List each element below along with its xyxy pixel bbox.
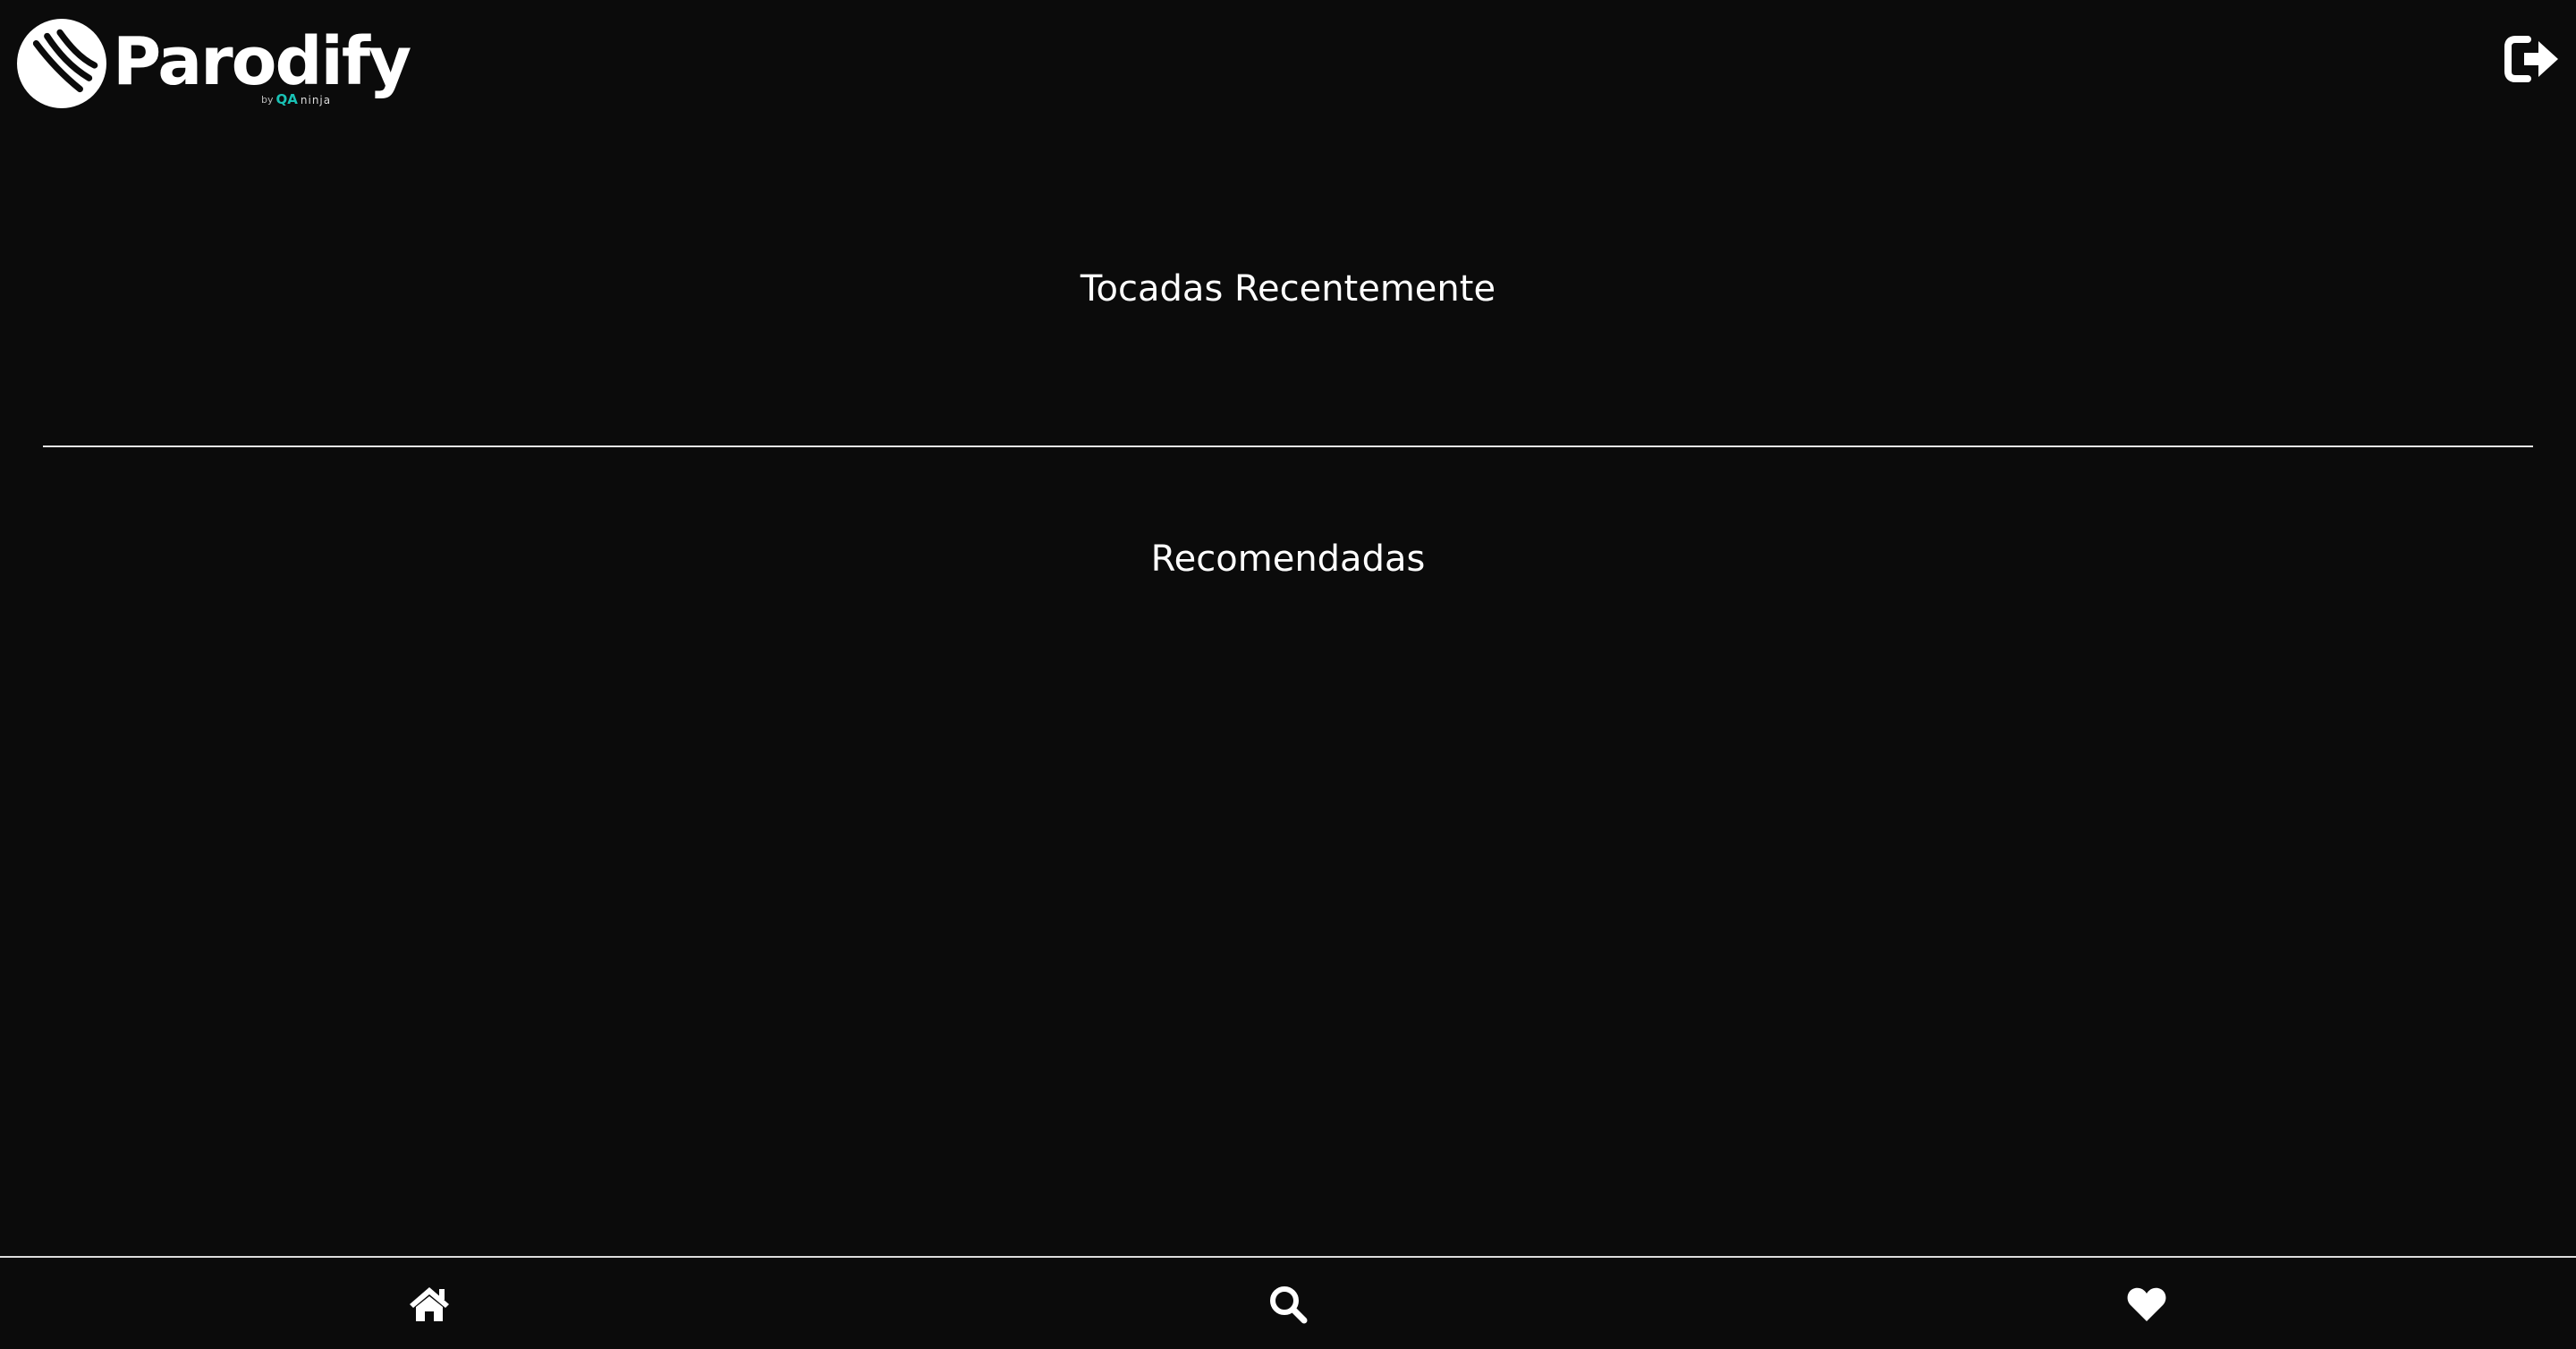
parodify-logo[interactable]: Parodify by QA ninja xyxy=(16,16,411,111)
recently-played-title: Tocadas Recentemente xyxy=(1080,268,1496,310)
nav-favorites-button[interactable] xyxy=(1717,1258,2576,1349)
logo-byline-ninja: ninja xyxy=(300,93,332,106)
app-page: Parodify by QA ninja Tocadas Recentemente… xyxy=(0,0,2576,1349)
parodify-logo-icon xyxy=(17,19,106,108)
sign-out-icon[interactable] xyxy=(2504,34,2562,84)
heart-icon xyxy=(2127,1287,2166,1321)
logo-text: Parodify by QA ninja xyxy=(113,16,411,111)
logo-byline-prefix: by xyxy=(261,94,274,106)
logo-byline: by QA ninja xyxy=(261,93,331,106)
search-icon xyxy=(1270,1286,1308,1324)
nav-search-button[interactable] xyxy=(859,1258,1717,1349)
recommended-title: Recomendadas xyxy=(1150,539,1426,580)
nav-home-button[interactable] xyxy=(0,1258,859,1349)
logo-wordmark: Parodify xyxy=(113,23,411,100)
section-divider xyxy=(43,445,2533,447)
logo-byline-qa: QA xyxy=(275,91,298,107)
home-icon xyxy=(410,1287,449,1321)
bottom-nav xyxy=(0,1256,2576,1349)
